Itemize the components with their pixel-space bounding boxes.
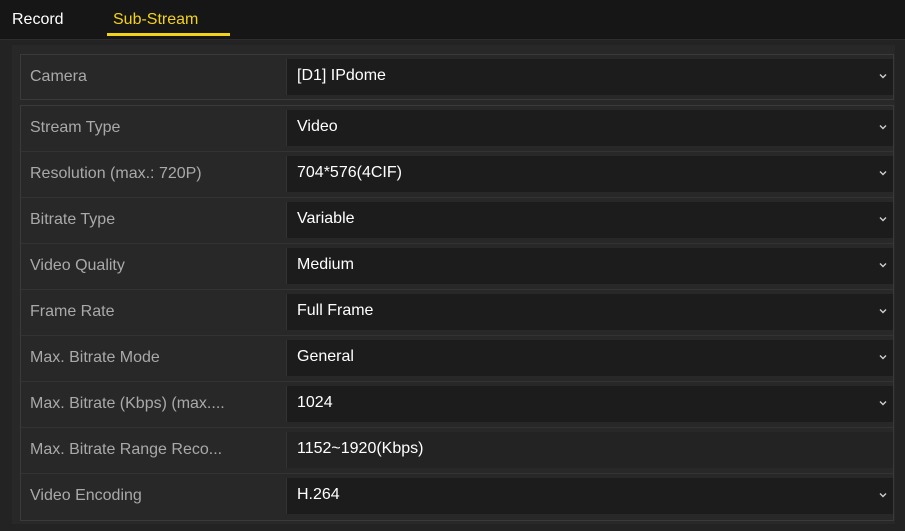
frame-rate-label: Frame Rate [30, 303, 115, 320]
row-divider [21, 473, 893, 474]
max-bitrate-mode-label: Max. Bitrate Mode [30, 349, 160, 366]
video-quality-row: Video Quality Medium [21, 245, 893, 287]
chevron-down-icon [879, 171, 887, 176]
stream-type-value: Video [297, 118, 338, 135]
chevron-down-icon [879, 309, 887, 314]
video-encoding-select[interactable]: H.264 [286, 478, 893, 514]
video-quality-label: Video Quality [30, 257, 125, 274]
stream-type-row: Stream Type Video [21, 107, 893, 149]
row-divider [21, 381, 893, 382]
chevron-down-icon [879, 401, 887, 406]
row-divider [21, 289, 893, 290]
resolution-select[interactable]: 704*576(4CIF) [286, 156, 893, 192]
max-bitrate-value: 1024 [297, 394, 333, 411]
camera-label: Camera [30, 68, 87, 85]
stream-settings-group: Stream Type Video Resolution (max.: 720P… [20, 105, 894, 521]
camera-select[interactable]: [D1] IPdome [286, 59, 893, 95]
stream-type-label: Stream Type [30, 119, 121, 136]
resolution-value: 704*576(4CIF) [297, 164, 402, 181]
max-bitrate-mode-row: Max. Bitrate Mode General [21, 337, 893, 379]
video-encoding-label: Video Encoding [30, 487, 142, 504]
video-quality-select[interactable]: Medium [286, 248, 893, 284]
stream-type-select[interactable]: Video [286, 110, 893, 146]
active-tab-indicator [107, 33, 230, 36]
tab-bar: Record Sub-Stream [0, 0, 905, 40]
resolution-label: Resolution (max.: 720P) [30, 165, 202, 182]
bitrate-type-row: Bitrate Type Variable [21, 199, 893, 241]
video-encoding-row: Video Encoding H.264 [21, 475, 893, 517]
row-divider [21, 243, 893, 244]
max-bitrate-label: Max. Bitrate (Kbps) (max.... [30, 395, 225, 412]
camera-group: Camera [D1] IPdome [20, 54, 894, 100]
max-bitrate-range-row: Max. Bitrate Range Reco... 1152~1920(Kbp… [21, 429, 893, 471]
chevron-down-icon [879, 217, 887, 222]
tab-sub-stream[interactable]: Sub-Stream [113, 10, 198, 30]
max-bitrate-row: Max. Bitrate (Kbps) (max.... 1024 [21, 383, 893, 425]
chevron-down-icon [879, 74, 887, 79]
max-bitrate-range-display: 1152~1920(Kbps) [286, 432, 893, 468]
bitrate-type-label: Bitrate Type [30, 211, 116, 228]
row-divider [21, 197, 893, 198]
sub-stream-settings-window: Record Sub-Stream Camera [D1] IPdome Str… [0, 0, 905, 531]
max-bitrate-range-label: Max. Bitrate Range Reco... [30, 441, 223, 458]
max-bitrate-select[interactable]: 1024 [286, 386, 893, 422]
chevron-down-icon [879, 125, 887, 130]
row-divider [21, 335, 893, 336]
settings-panel: Camera [D1] IPdome Stream Type Video Res… [12, 45, 895, 524]
row-divider [21, 427, 893, 428]
video-encoding-value: H.264 [297, 486, 340, 503]
chevron-down-icon [879, 263, 887, 268]
max-bitrate-range-value: 1152~1920(Kbps) [297, 440, 424, 457]
tab-record[interactable]: Record [12, 10, 64, 30]
video-quality-value: Medium [297, 256, 354, 273]
frame-rate-select[interactable]: Full Frame [286, 294, 893, 330]
bitrate-type-select[interactable]: Variable [286, 202, 893, 238]
frame-rate-row: Frame Rate Full Frame [21, 291, 893, 333]
camera-value: [D1] IPdome [297, 67, 386, 84]
max-bitrate-mode-value: General [297, 348, 354, 365]
chevron-down-icon [879, 355, 887, 360]
frame-rate-value: Full Frame [297, 302, 374, 319]
bitrate-type-value: Variable [297, 210, 355, 227]
camera-row: Camera [D1] IPdome [21, 56, 893, 98]
row-divider [21, 151, 893, 152]
chevron-down-icon [879, 493, 887, 498]
resolution-row: Resolution (max.: 720P) 704*576(4CIF) [21, 153, 893, 195]
max-bitrate-mode-select[interactable]: General [286, 340, 893, 376]
